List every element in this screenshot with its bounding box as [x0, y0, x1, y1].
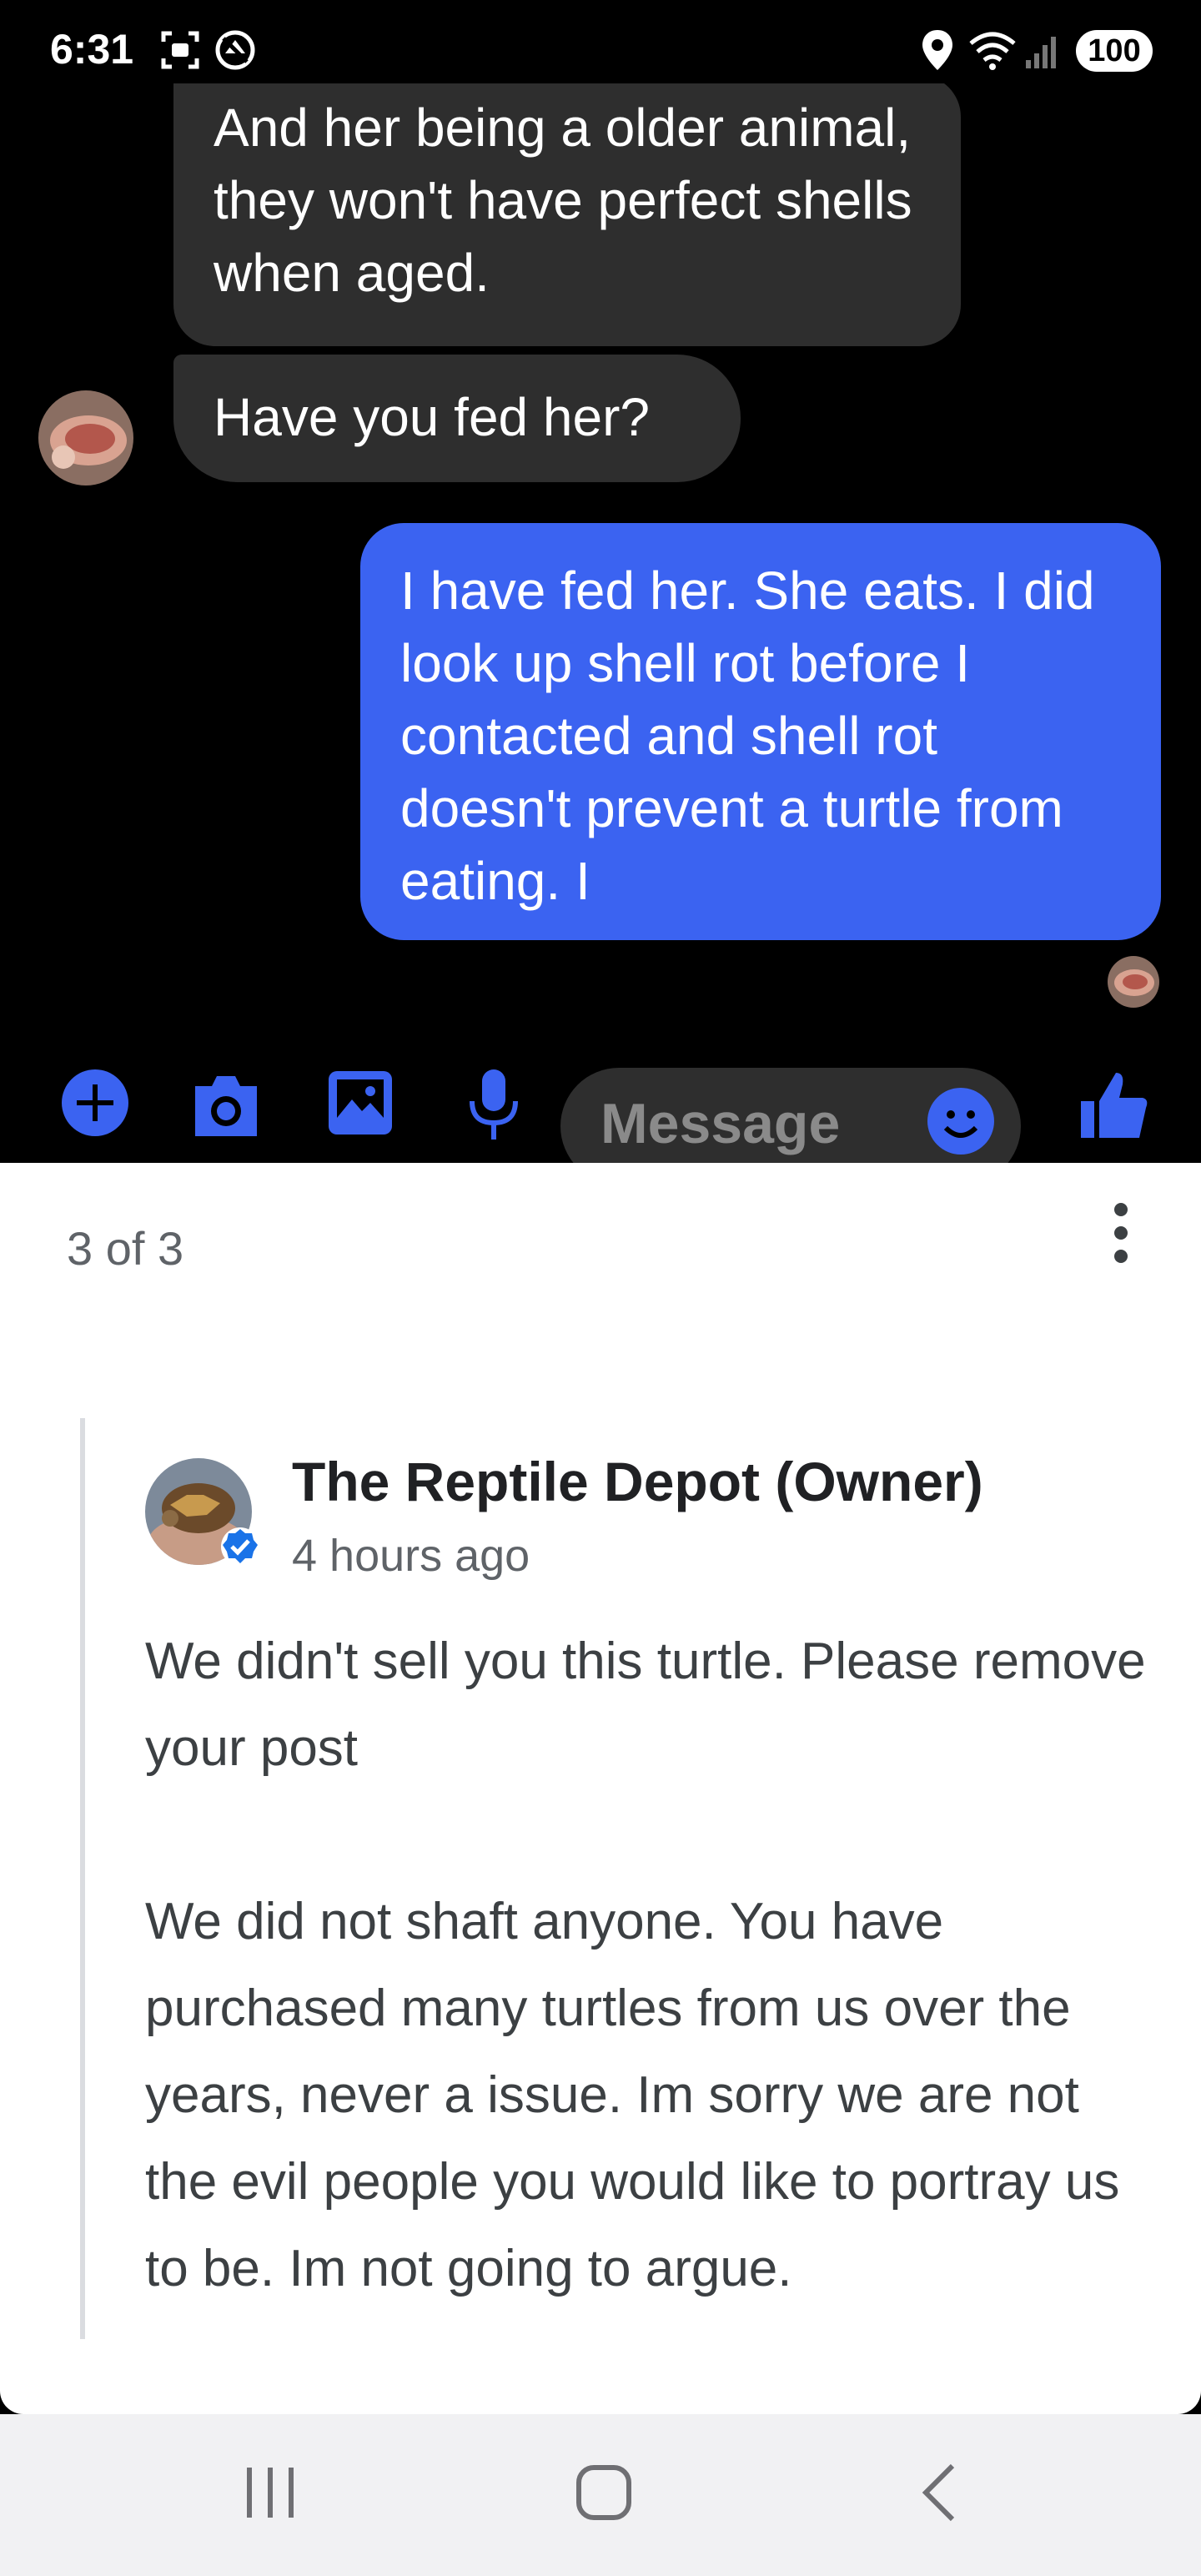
battery-indicator: 100: [1076, 30, 1153, 72]
review-paragraph: We did not shaft anyone. You have purcha…: [145, 1893, 1120, 2297]
emoji-icon[interactable]: [926, 1086, 996, 1156]
add-icon[interactable]: [60, 1068, 130, 1138]
signal-icon: [1026, 37, 1056, 68]
dot: [1114, 1226, 1128, 1240]
message-placeholder: Message: [600, 1092, 841, 1155]
page-counter: 3 of 3: [67, 1222, 184, 1275]
home-icon[interactable]: [570, 2459, 637, 2526]
thumbs-up-icon[interactable]: [1079, 1068, 1149, 1138]
message-composer: Message: [0, 1068, 1201, 1163]
dot: [1114, 1250, 1128, 1263]
contact-avatar[interactable]: [38, 390, 133, 486]
wifi-icon: [969, 32, 1016, 70]
location-icon: [922, 30, 952, 70]
screenshot-icon: [161, 31, 199, 69]
status-bar: 6:31 100: [0, 0, 1201, 83]
message-input[interactable]: Message: [560, 1068, 1021, 1163]
status-time: 6:31: [50, 26, 134, 73]
verified-badge-icon: [221, 1527, 259, 1566]
incoming-message[interactable]: Have you fed her?: [173, 355, 741, 482]
no-disturb-icon: [215, 30, 255, 70]
dot: [1114, 1203, 1128, 1216]
owner-name: The Reptile Depot (Owner): [292, 1451, 983, 1512]
microphone-icon[interactable]: [467, 1068, 520, 1143]
review-time: 4 hours ago: [292, 1531, 530, 1581]
recent-apps-icon[interactable]: [237, 2459, 304, 2526]
incoming-message[interactable]: And her being a older animal, they won't…: [173, 83, 961, 346]
review-paragraph: We didn't sell you this turtle. Please r…: [145, 1633, 1146, 1777]
chat-thread[interactable]: And her being a older animal, they won't…: [0, 83, 1201, 1163]
review-text: We didn't sell you this turtle. Please r…: [145, 1618, 1163, 2312]
owner-reply: The Reptile Depot (Owner) 4 hours ago We…: [80, 1418, 1169, 2339]
camera-icon[interactable]: [188, 1068, 264, 1143]
more-options-button[interactable]: [1099, 1200, 1144, 1266]
back-icon[interactable]: [907, 2459, 974, 2526]
outgoing-message[interactable]: I have fed her. She eats. I did look up …: [360, 523, 1161, 940]
seen-indicator-avatar: [1108, 956, 1159, 1008]
gallery-icon[interactable]: [325, 1068, 395, 1138]
navigation-bar: [0, 2414, 1201, 2576]
review-sheet: 3 of 3 The Reptile Depot (Owner) 4 hours…: [0, 1163, 1201, 2414]
